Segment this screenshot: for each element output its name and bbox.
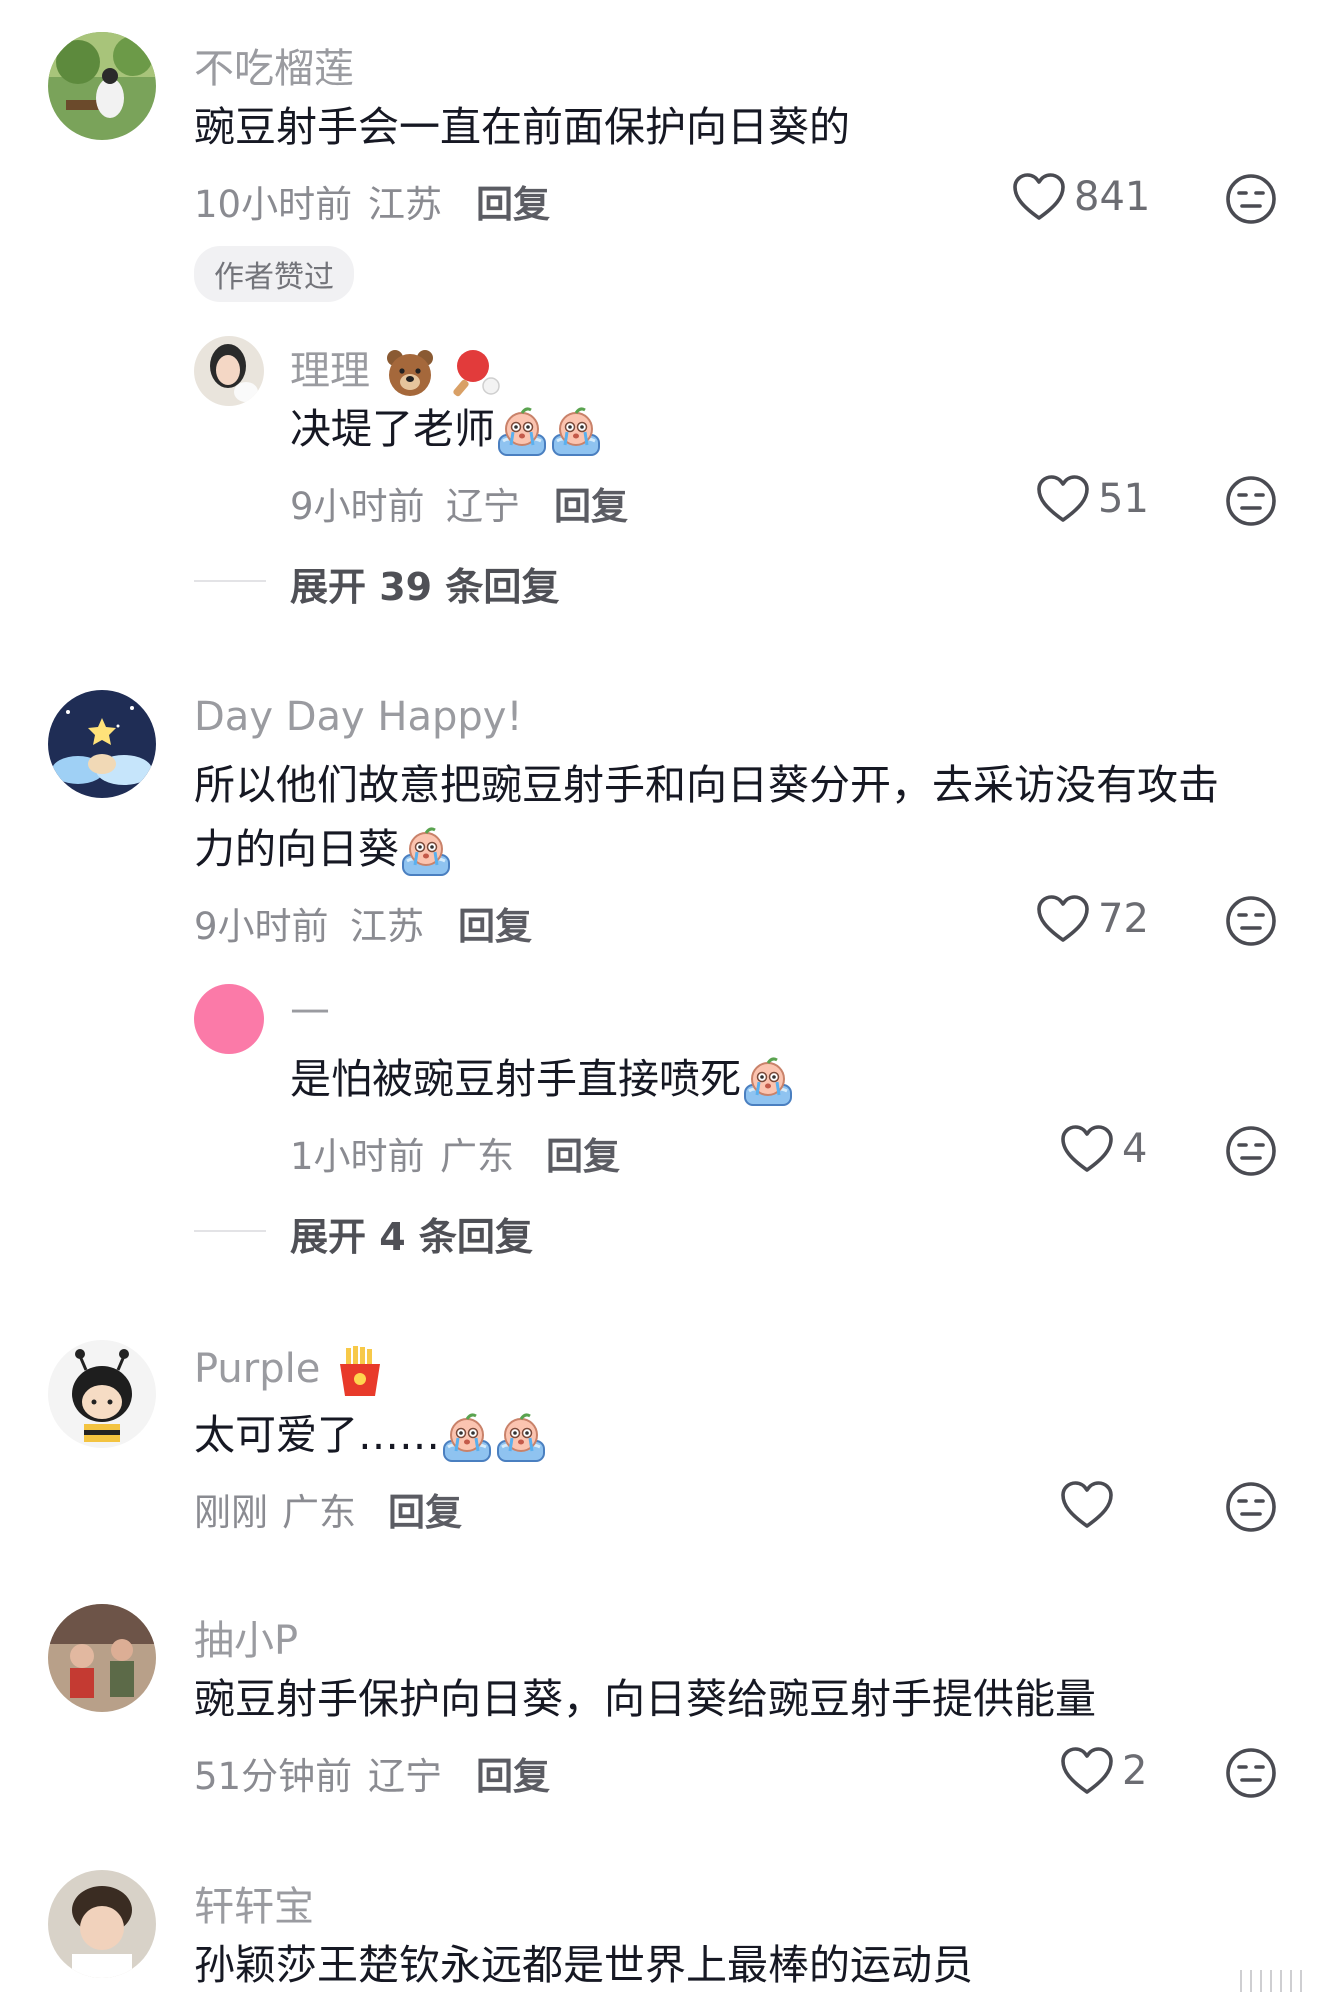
reply-button[interactable]: 回复 bbox=[554, 476, 628, 530]
ping-pong-emoji bbox=[449, 346, 503, 400]
dislike-button[interactable] bbox=[1224, 172, 1278, 226]
like-button[interactable]: 51 bbox=[1036, 474, 1149, 524]
comment-time: 51分钟前 bbox=[194, 1755, 353, 1798]
crying-peach-emoji bbox=[440, 1411, 494, 1465]
comment-author[interactable]: Day Day Happy! bbox=[194, 694, 522, 740]
reply-author[interactable]: — bbox=[290, 986, 330, 1032]
divider bbox=[194, 1230, 266, 1232]
divider bbox=[194, 580, 266, 582]
reply-text-content: 是怕被豌豆射手直接喷死 bbox=[290, 1055, 741, 1103]
reply-button[interactable]: 回复 bbox=[388, 1482, 462, 1536]
neutral-face-icon bbox=[1224, 1124, 1278, 1178]
avatar[interactable] bbox=[48, 1870, 156, 1978]
comment-text: 太可爱了…… bbox=[194, 1402, 548, 1468]
avatar[interactable] bbox=[48, 1340, 156, 1448]
like-count: 841 bbox=[1074, 174, 1151, 220]
comment-text: 豌豆射手保护向日葵，向日葵给豌豆射手提供能量 bbox=[194, 1675, 1096, 1723]
dislike-button[interactable] bbox=[1224, 1124, 1278, 1178]
dislike-button[interactable] bbox=[1224, 1746, 1278, 1800]
neutral-face-icon bbox=[1224, 894, 1278, 948]
reply-author-name: 理理 bbox=[290, 348, 370, 394]
expand-replies-button[interactable]: 展开 4 条回复 bbox=[290, 1206, 533, 1261]
comment-text-line: 所以他们故意把豌豆射手和向日葵分开，去采访没有攻击 bbox=[194, 761, 1219, 809]
reply-button[interactable]: 回复 bbox=[546, 1126, 620, 1180]
author-liked-badge: 作者赞过 bbox=[194, 246, 354, 302]
reply-button[interactable]: 回复 bbox=[476, 1746, 550, 1800]
comment-text-line: 力的向日葵 bbox=[194, 825, 399, 873]
bear-emoji bbox=[383, 346, 437, 400]
comment-author[interactable]: 抽小P bbox=[194, 1608, 298, 1666]
like-button[interactable]: 841 bbox=[1012, 172, 1150, 222]
crying-peach-emoji bbox=[399, 825, 453, 879]
comment-time: 10小时前 bbox=[194, 183, 353, 226]
dislike-button[interactable] bbox=[1224, 894, 1278, 948]
like-count: 4 bbox=[1122, 1126, 1148, 1172]
reply-location: 辽宁 bbox=[446, 485, 520, 528]
comment-text: 力的向日葵 bbox=[194, 816, 453, 882]
dislike-button[interactable] bbox=[1224, 1480, 1278, 1534]
expand-replies-button[interactable]: 展开 39 条回复 bbox=[290, 556, 559, 611]
crying-peach-emoji bbox=[495, 405, 549, 459]
crying-peach-emoji bbox=[741, 1055, 795, 1109]
like-button[interactable]: 4 bbox=[1060, 1124, 1147, 1174]
comment-author[interactable]: 不吃榴莲 bbox=[194, 36, 354, 94]
comment-location: 江苏 bbox=[350, 905, 424, 948]
comment-author[interactable]: Purple bbox=[194, 1344, 387, 1398]
comment-author-name: Purple bbox=[194, 1346, 321, 1392]
reply-time: 1小时前 bbox=[290, 1135, 425, 1178]
neutral-face-icon bbox=[1224, 1480, 1278, 1534]
like-count: 51 bbox=[1098, 476, 1149, 522]
like-button[interactable]: 72 bbox=[1036, 894, 1149, 944]
comment-text: 孙颖莎王楚钦永远都是世界上最棒的运动员 bbox=[194, 1941, 973, 1989]
neutral-face-icon bbox=[1224, 474, 1278, 528]
comment-author[interactable]: 轩轩宝 bbox=[194, 1874, 314, 1932]
comment-location: 江苏 bbox=[368, 183, 442, 226]
like-button[interactable] bbox=[1060, 1480, 1122, 1530]
fries-emoji bbox=[333, 1344, 387, 1398]
reply-text: 是怕被豌豆射手直接喷死 bbox=[290, 1046, 795, 1112]
avatar[interactable] bbox=[48, 690, 156, 798]
like-count: 72 bbox=[1098, 896, 1149, 942]
crying-peach-emoji bbox=[549, 405, 603, 459]
like-button[interactable]: 2 bbox=[1060, 1746, 1147, 1796]
crying-peach-emoji bbox=[494, 1411, 548, 1465]
reply-location: 广东 bbox=[440, 1135, 514, 1178]
heart-outline-icon bbox=[1060, 1124, 1114, 1174]
comment-location: 广东 bbox=[282, 1491, 356, 1534]
reply-button[interactable]: 回复 bbox=[458, 896, 532, 950]
reply-time: 9小时前 bbox=[290, 485, 425, 528]
comment-time: 刚刚 bbox=[194, 1491, 268, 1534]
comment-time: 9小时前 bbox=[194, 905, 329, 948]
scroll-indicator bbox=[1240, 1970, 1302, 1992]
comment-location: 辽宁 bbox=[368, 1755, 442, 1798]
heart-outline-icon bbox=[1012, 172, 1066, 222]
avatar[interactable] bbox=[194, 984, 264, 1054]
neutral-face-icon bbox=[1224, 172, 1278, 226]
reply-button[interactable]: 回复 bbox=[476, 174, 550, 228]
heart-outline-icon bbox=[1060, 1480, 1114, 1530]
dislike-button[interactable] bbox=[1224, 474, 1278, 528]
heart-outline-icon bbox=[1060, 1746, 1114, 1796]
heart-outline-icon bbox=[1036, 894, 1090, 944]
avatar[interactable] bbox=[48, 32, 156, 140]
avatar[interactable] bbox=[194, 336, 264, 406]
heart-outline-icon bbox=[1036, 474, 1090, 524]
neutral-face-icon bbox=[1224, 1746, 1278, 1800]
avatar[interactable] bbox=[48, 1604, 156, 1712]
reply-text: 决堤了老师 bbox=[290, 396, 603, 462]
reply-text-content: 决堤了老师 bbox=[290, 405, 495, 453]
reply-author[interactable]: 理理 bbox=[290, 338, 503, 400]
like-count: 2 bbox=[1122, 1748, 1148, 1794]
comment-text: 豌豆射手会一直在前面保护向日葵的 bbox=[194, 103, 850, 151]
comment-text-content: 太可爱了…… bbox=[194, 1411, 440, 1459]
